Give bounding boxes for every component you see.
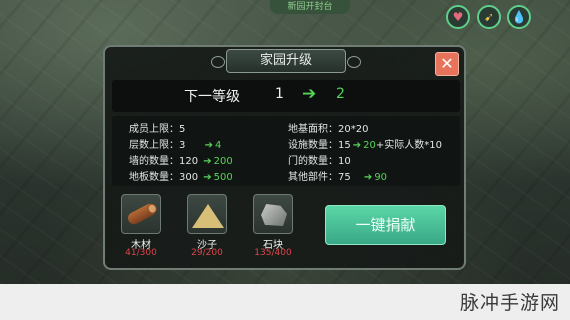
stat-label: 墙的数量： — [129, 156, 179, 167]
heart-icon[interactable]: ♥ — [446, 5, 470, 29]
resource-count: 29/200 — [191, 248, 223, 258]
bird-icon[interactable]: ➹ — [477, 5, 501, 29]
arrow-right-icon: ➔ — [302, 84, 317, 104]
stat-value: 120 — [179, 156, 199, 167]
stat-other-parts: 其他部件：75 ➔ 90 — [288, 168, 387, 183]
next-level-bar — [112, 80, 460, 112]
water-drop-icon[interactable]: 💧 — [507, 5, 531, 29]
resource-wood-slot[interactable] — [121, 194, 161, 234]
arrow-right-icon: ➔ — [203, 156, 212, 167]
stat-next-value: 90 — [374, 172, 388, 183]
resource-count: 135/400 — [254, 248, 292, 258]
donate-all-button[interactable]: 一键捐献 — [325, 205, 446, 245]
stat-value: 5 — [179, 124, 186, 135]
stat-value: 300 — [179, 172, 199, 183]
sand-pile-icon — [192, 204, 224, 228]
current-level: 1 — [275, 86, 284, 102]
stat-label: 成员上限： — [129, 124, 179, 135]
stat-label: 地板数量： — [129, 172, 179, 183]
stat-value: 75 — [338, 172, 351, 183]
stat-floor-boards: 地板数量：300 ➔ 500 — [129, 168, 233, 183]
stat-extra: +实际人数*10 — [375, 140, 442, 151]
arrow-right-icon: ➔ — [363, 172, 373, 183]
stat-next-value: 20 — [363, 140, 376, 151]
stat-next-value: 4 — [214, 140, 222, 151]
resource-count: 41/300 — [125, 248, 157, 258]
next-level-label: 下一等级 — [184, 89, 240, 105]
arrow-right-icon: ➔ — [204, 140, 213, 151]
stat-value: 15 — [338, 140, 351, 151]
close-button[interactable]: ✕ — [435, 52, 459, 76]
stat-value: 10 — [338, 156, 351, 167]
wood-log-icon — [125, 201, 159, 227]
stat-label: 设施数量： — [288, 140, 338, 151]
stone-icon — [261, 204, 287, 226]
stat-next-value: 200 — [213, 156, 233, 167]
stat-base-area: 地基面积：20*20 — [288, 120, 368, 135]
dialog-title: 家园升级 — [211, 49, 361, 73]
stat-doors: 门的数量：10 — [288, 152, 351, 167]
arrow-right-icon: ➔ — [352, 140, 362, 151]
stat-label: 地基面积： — [288, 124, 338, 135]
stat-walls: 墙的数量：120 ➔ 200 — [129, 152, 233, 167]
resource-sand-slot[interactable] — [187, 194, 227, 234]
next-level-value: 2 — [336, 86, 345, 102]
stat-label: 其他部件： — [288, 172, 338, 183]
stat-floors: 层数上限：3 ➔ 4 — [129, 136, 221, 151]
resource-stone-slot[interactable] — [253, 194, 293, 234]
stat-facilities: 设施数量：15 ➔ 20+实际人数*10 — [288, 136, 442, 151]
watermark-text: 脉冲手游网 — [459, 292, 560, 314]
stat-next-value: 500 — [213, 172, 233, 183]
stat-label: 层数上限： — [129, 140, 179, 151]
stat-value: 3 — [179, 140, 186, 151]
stat-members: 成员上限：5 — [129, 120, 185, 135]
top-status-label: 新园开封台 — [270, 0, 350, 14]
stat-value: 20*20 — [338, 124, 369, 135]
stat-label: 门的数量： — [288, 156, 338, 167]
arrow-right-icon: ➔ — [203, 172, 212, 183]
